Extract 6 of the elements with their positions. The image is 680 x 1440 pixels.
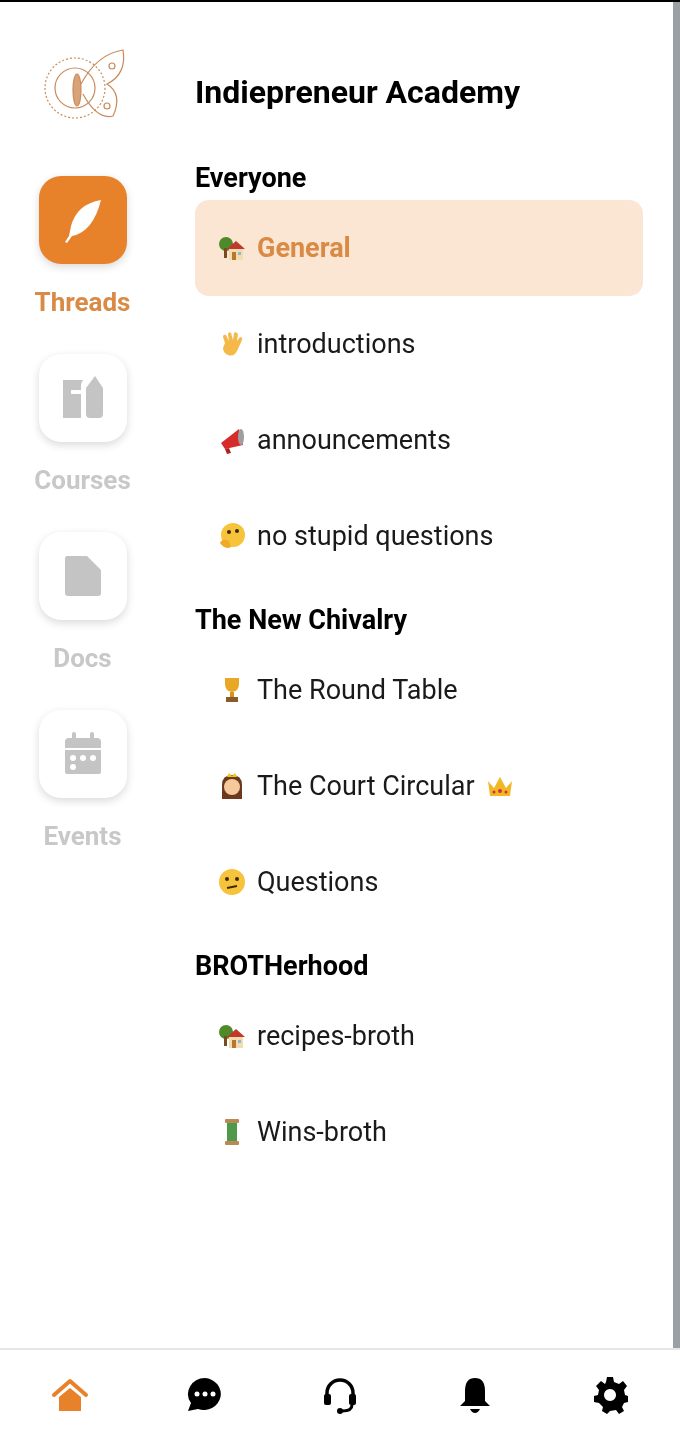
section-heading: The New Chivalry: [195, 603, 409, 638]
section-heading: Everyone: [195, 161, 308, 196]
community-title: Indiepreneur Academy: [195, 72, 521, 112]
confused-face-icon: [217, 867, 247, 897]
thinking-face-icon: [217, 521, 247, 551]
section-heading: BROTHerhood: [195, 949, 370, 984]
